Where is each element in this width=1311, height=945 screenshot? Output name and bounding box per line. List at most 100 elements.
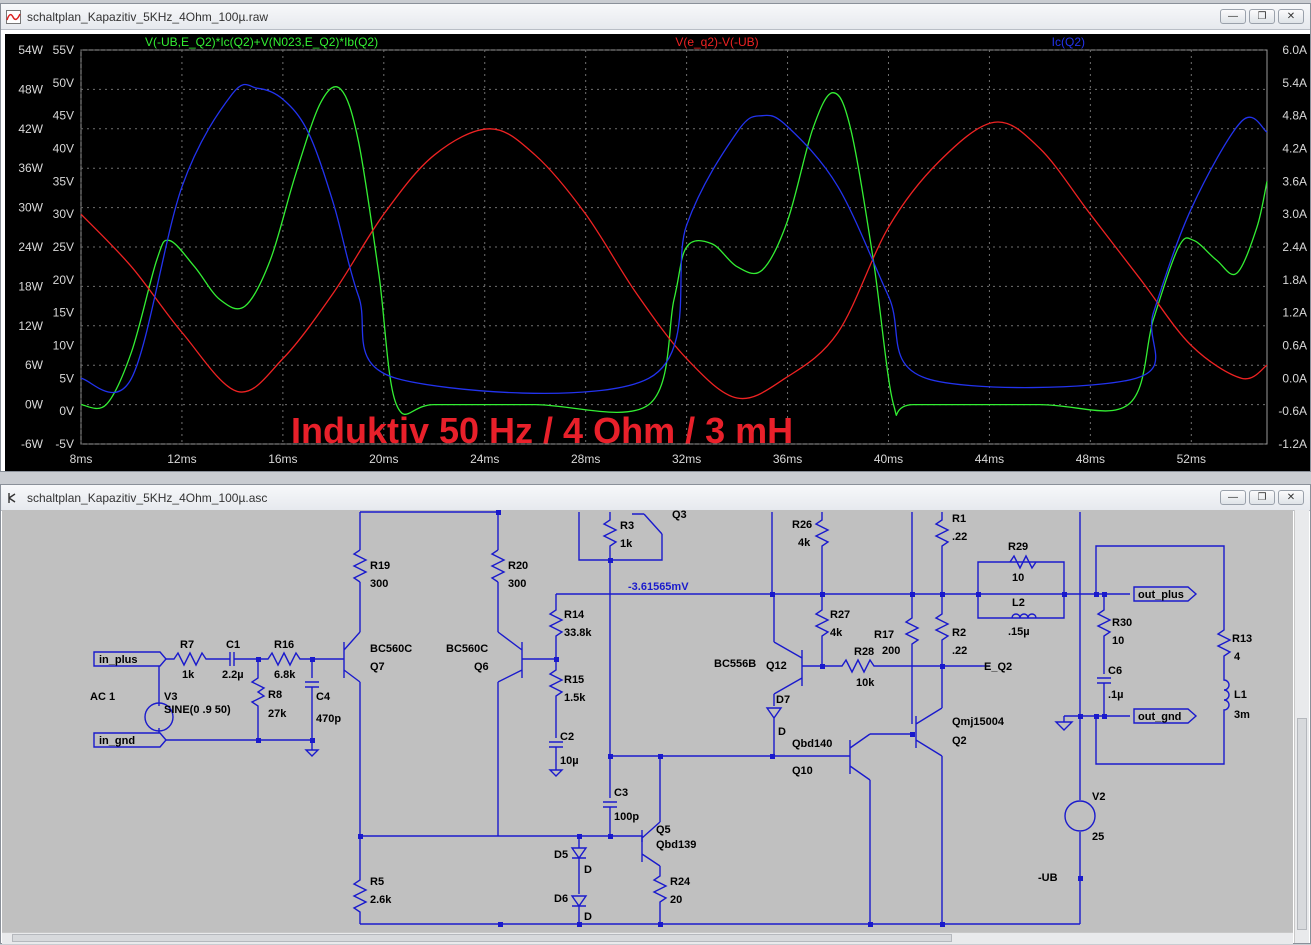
y-tick-label-v: -5V — [55, 437, 74, 451]
y-tick-label-v: 0V — [59, 404, 74, 418]
q6-label: Q6 — [474, 661, 489, 673]
R3-resistor — [602, 512, 618, 560]
schematic-titlebar[interactable]: schaltplan_Kapazitiv_5KHz_4Ohm_100µ.asc … — [1, 485, 1310, 511]
r14-value: 33.8k — [564, 627, 592, 639]
x-tick-label: 44ms — [975, 452, 1004, 466]
ub-label: -UB — [1038, 872, 1058, 884]
y-tick-label-a: 2.4A — [1282, 240, 1307, 254]
in-plus-label: in_plus — [99, 654, 138, 666]
C1-capacitor — [226, 652, 258, 666]
q2-label: Q2 — [952, 735, 967, 747]
y-tick-label-v: 40V — [53, 142, 74, 156]
l1-value: 3m — [1234, 709, 1250, 721]
y-tick-label-a: 5.4A — [1282, 76, 1307, 90]
y-tick-label-v: 45V — [53, 109, 74, 123]
y-tick-label-a: 1.8A — [1282, 273, 1307, 287]
waveform-window: schaltplan_Kapazitiv_5KHz_4Ohm_100µ.raw … — [0, 3, 1311, 472]
x-tick-label: 48ms — [1076, 452, 1105, 466]
q12-label: Q12 — [766, 660, 787, 672]
y-tick-label-a: 3.0A — [1282, 207, 1307, 221]
trace-title[interactable]: V(e_q2)-V(-UB) — [675, 35, 758, 49]
close-button[interactable]: ✕ — [1278, 490, 1304, 505]
r19-label: R19 — [370, 560, 390, 572]
V2-source — [1064, 800, 1096, 832]
r27-value: 4k — [830, 627, 843, 639]
r28-value: 10k — [856, 677, 875, 689]
r17-value: 200 — [882, 645, 900, 657]
q7-model: BC560C — [370, 643, 412, 655]
r16-label: R16 — [274, 639, 294, 651]
y-tick-label-w: 42W — [18, 122, 43, 136]
vertical-scrollbar[interactable] — [1294, 510, 1309, 943]
c4-value: 470p — [316, 713, 341, 725]
q5-label: Q5 — [656, 824, 671, 836]
close-button[interactable]: ✕ — [1278, 9, 1304, 24]
x-tick-label: 12ms — [167, 452, 196, 466]
R14-resistor — [548, 594, 564, 738]
trace-v — [80, 121, 1268, 400]
x-tick-label: 20ms — [369, 452, 398, 466]
v2-value: 25 — [1092, 831, 1104, 843]
waveform-titlebar[interactable]: schaltplan_Kapazitiv_5KHz_4Ohm_100µ.raw … — [1, 4, 1310, 30]
c6-label: C6 — [1108, 665, 1122, 677]
y-tick-label-a: 0.0A — [1282, 371, 1307, 385]
r13-label: R13 — [1232, 633, 1252, 645]
x-tick-label: 24ms — [470, 452, 499, 466]
y-tick-label-w: 24W — [18, 240, 43, 254]
restore-button[interactable]: ❐ — [1249, 9, 1275, 24]
overlay-annotation: Induktiv 50 Hz / 4 Ohm / 3 mH — [291, 410, 793, 451]
q10-model: Qbd140 — [792, 738, 832, 750]
trace-a — [80, 83, 1268, 394]
r20-label: R20 — [508, 560, 528, 572]
restore-button[interactable]: ❐ — [1249, 490, 1275, 505]
schematic-window-title: schaltplan_Kapazitiv_5KHz_4Ohm_100µ.asc — [27, 491, 268, 505]
minimize-button[interactable]: — — [1220, 490, 1246, 505]
d6-value: D — [584, 911, 592, 923]
q2-model: Qmj15004 — [952, 716, 1005, 728]
c2-value: 10µ — [560, 755, 579, 767]
waveform-svg[interactable]: 8ms 12ms 16ms 20ms 24ms 28ms 32ms 36ms 40ms 44ms 4… — [5, 34, 1310, 472]
waveform-window-title: schaltplan_Kapazitiv_5KHz_4Ohm_100µ.raw — [27, 10, 269, 24]
r28-label: R28 — [854, 646, 874, 658]
schematic-svg[interactable]: in_plus in_gnd out_plus out_gnd E_Q2 -UB… — [2, 509, 1293, 932]
y-tick-label-a: -1.2A — [1278, 437, 1307, 451]
trace-w — [80, 86, 1268, 416]
Q7-transistor — [343, 631, 361, 836]
ac-label: AC 1 — [90, 691, 115, 703]
c3-value: 100p — [614, 811, 639, 823]
y-tick-label-w: -6W — [21, 437, 44, 451]
Q2-transistor — [915, 666, 943, 924]
vertical-scroll-thumb[interactable] — [1297, 718, 1307, 930]
r24-label: R24 — [670, 876, 691, 888]
q5-model: Qbd139 — [656, 839, 696, 851]
q3-label: Q3 — [672, 510, 687, 521]
trace-title[interactable]: Ic(Q2) — [1052, 35, 1085, 49]
r5-value: 2.6k — [370, 894, 392, 906]
r7-label: R7 — [180, 639, 194, 651]
l1-label: L1 — [1234, 689, 1247, 701]
r3-label: R3 — [620, 520, 634, 532]
y-tick-label-a: 1.2A — [1282, 306, 1307, 320]
trace-title[interactable]: V(-UB,E_Q2)*Ic(Q2)+V(N023,E_Q2)*Ib(Q2) — [145, 35, 378, 49]
y-tick-label-v: 10V — [53, 339, 74, 353]
r14-label: R14 — [564, 609, 585, 621]
schematic-canvas[interactable]: in_plus in_gnd out_plus out_gnd E_Q2 -UB… — [2, 509, 1293, 932]
x-tick-label: 16ms — [268, 452, 297, 466]
y-tick-label-a: 0.6A — [1282, 339, 1307, 353]
r17-label: R17 — [874, 629, 894, 641]
horizontal-scroll-thumb[interactable] — [12, 934, 952, 942]
waveform-plot[interactable]: 8ms 12ms 16ms 20ms 24ms 28ms 32ms 36ms 40ms 44ms 4… — [5, 34, 1310, 472]
minimize-button[interactable]: — — [1220, 9, 1246, 24]
r20-value: 300 — [508, 578, 526, 590]
x-tick-label: 32ms — [672, 452, 701, 466]
x-tick-label: 40ms — [874, 452, 903, 466]
q12-model: BC556B — [714, 658, 756, 670]
horizontal-scrollbar[interactable] — [2, 932, 1293, 944]
c4-label: C4 — [316, 691, 331, 703]
Q6-transistor — [497, 631, 523, 836]
r13-value: 4 — [1234, 651, 1241, 663]
r19-value: 300 — [370, 578, 388, 590]
c1-value: 2.2µ — [222, 669, 244, 681]
q10-label: Q10 — [792, 765, 813, 777]
R26-resistor — [814, 512, 830, 594]
